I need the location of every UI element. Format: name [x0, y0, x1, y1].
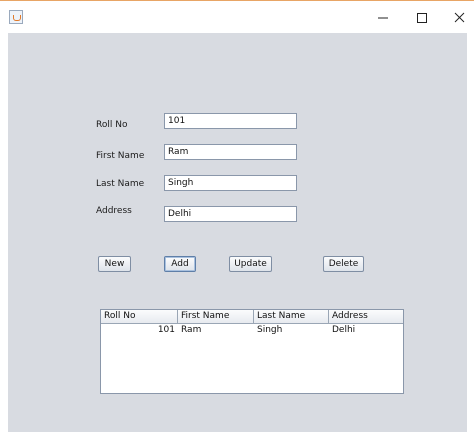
records-table[interactable]: Roll No First Name Last Name Address 101…	[100, 309, 404, 394]
java-cup-icon	[9, 10, 23, 24]
last-name-field[interactable]	[164, 175, 297, 191]
add-button[interactable]: Add	[164, 256, 196, 272]
app-window: Roll No First Name Last Name Address New…	[0, 0, 474, 435]
table-cell-first-name: Ram	[181, 325, 202, 335]
form-panel: Roll No First Name Last Name Address New…	[8, 33, 467, 432]
title-bar[interactable]	[0, 0, 474, 33]
maximize-button[interactable]	[413, 8, 433, 28]
column-header-address[interactable]: Address	[329, 310, 403, 323]
table-cell-roll-no: 101	[157, 325, 175, 335]
new-button[interactable]: New	[98, 256, 131, 272]
column-header-first-name[interactable]: First Name	[178, 310, 254, 323]
minimize-button[interactable]	[374, 8, 394, 28]
first-name-label: First Name	[96, 151, 145, 161]
table-header: Roll No First Name Last Name Address	[101, 310, 403, 324]
last-name-label: Last Name	[96, 179, 145, 189]
close-button[interactable]	[451, 8, 471, 28]
address-label: Address	[96, 206, 132, 216]
first-name-field[interactable]	[164, 144, 297, 160]
minimize-icon	[378, 17, 388, 19]
table-cell-last-name: Singh	[257, 325, 283, 335]
roll-no-field[interactable]	[164, 113, 297, 129]
close-icon	[454, 12, 465, 23]
address-field[interactable]	[164, 206, 297, 222]
update-button[interactable]: Update	[229, 256, 272, 272]
maximize-icon	[417, 13, 427, 23]
roll-no-label: Roll No	[96, 120, 128, 130]
column-header-last-name[interactable]: Last Name	[254, 310, 329, 323]
column-header-roll-no[interactable]: Roll No	[101, 310, 178, 323]
table-cell-address: Delhi	[332, 325, 356, 335]
table-row[interactable]: 101 Ram Singh Delhi	[101, 324, 403, 337]
delete-button[interactable]: Delete	[323, 256, 364, 272]
